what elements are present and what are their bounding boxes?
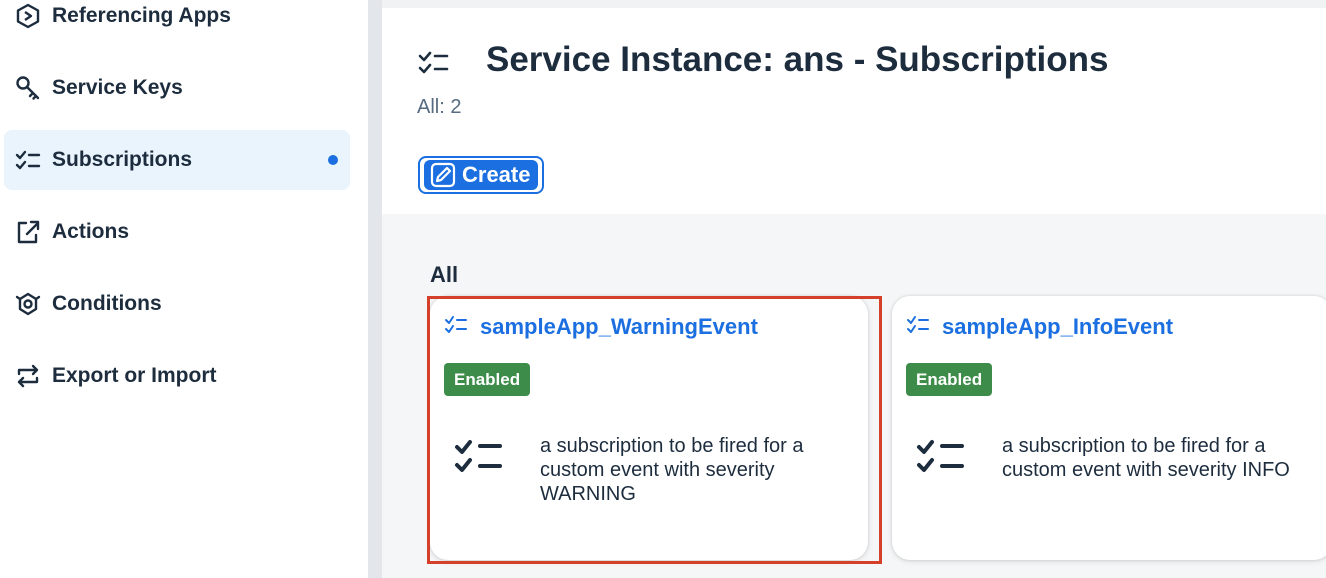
active-indicator-dot (328, 155, 338, 165)
checklist-icon (906, 312, 930, 341)
card-description: a subscription to be fired for a custom … (1002, 435, 1290, 481)
sidebar-divider[interactable] (368, 0, 382, 578)
card-title-link[interactable]: sampleApp_InfoEvent (942, 314, 1173, 340)
referencing-apps-icon (12, 0, 44, 32)
page-header: Service Instance: ans - Subscriptions Al… (382, 0, 1326, 214)
card-description: a subscription to be fired for a custom … (540, 435, 804, 505)
sidebar-item-label: Referencing Apps (52, 4, 231, 27)
sidebar-item-subscriptions[interactable]: Subscriptions (4, 130, 350, 190)
checklist-icon (916, 436, 970, 476)
subscription-card[interactable]: sampleApp_WarningEvent Enabled a subscri… (430, 296, 868, 560)
status-badge: Enabled (906, 363, 993, 396)
key-icon (12, 72, 44, 104)
subscription-card[interactable]: sampleApp_InfoEvent Enabled a subscripti… (892, 296, 1326, 560)
create-button-inner: Create (424, 160, 539, 190)
card-title-link[interactable]: sampleApp_WarningEvent (480, 314, 758, 340)
edit-icon (430, 162, 456, 188)
checklist-icon (416, 44, 450, 78)
section-label: All (430, 262, 459, 287)
create-button-label: Create (462, 162, 531, 187)
sidebar-item-label: Actions (52, 220, 130, 243)
page-title: Service Instance: ans - Subscriptions (486, 40, 1109, 79)
sidebar-item-label: Conditions (52, 292, 162, 315)
card-title-row: sampleApp_InfoEvent (906, 312, 1173, 341)
sidebar-item-actions[interactable]: Actions (4, 202, 350, 262)
sidebar-item-label: Service Keys (52, 76, 183, 99)
sidebar-item-service-keys[interactable]: Service Keys (4, 58, 350, 118)
item-count: All: 2 (417, 96, 462, 118)
sidebar-item-label: Export or Import (52, 364, 217, 387)
sidebar-item-export-import[interactable]: Export or Import (4, 346, 350, 406)
sidebar-item-label: Subscriptions (52, 148, 193, 171)
conditions-icon (12, 288, 44, 320)
sync-icon (12, 360, 44, 392)
main-content: Service Instance: ans - Subscriptions Al… (382, 0, 1326, 578)
card-title-row: sampleApp_WarningEvent (444, 312, 758, 341)
create-button[interactable]: Create (418, 156, 545, 194)
status-badge: Enabled (444, 363, 531, 396)
app-root: Referencing Apps Service Keys Subscripti… (0, 0, 1326, 578)
checklist-icon (444, 312, 468, 341)
checklist-icon (12, 144, 44, 176)
share-icon (12, 216, 44, 248)
sidebar-item-referencing-apps[interactable]: Referencing Apps (4, 0, 350, 46)
sidebar: Referencing Apps Service Keys Subscripti… (0, 0, 368, 578)
checklist-icon (454, 436, 508, 476)
sidebar-item-conditions[interactable]: Conditions (4, 274, 350, 334)
